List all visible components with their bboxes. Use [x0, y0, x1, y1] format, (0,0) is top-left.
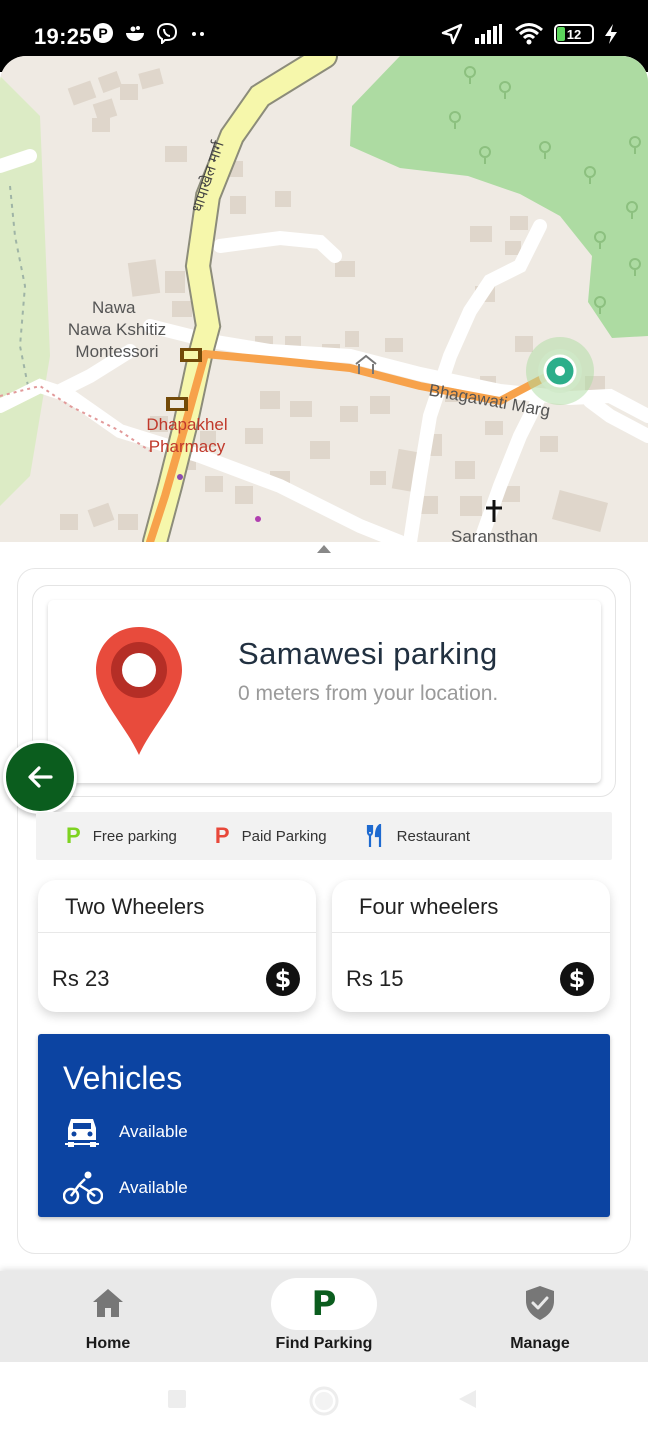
battery-icon: 12: [554, 24, 594, 44]
dollar-icon: $: [266, 962, 300, 996]
svg-text:P: P: [98, 25, 107, 41]
two-wheelers-price: Rs 23: [52, 966, 110, 991]
map-label-pharmacy: Dhapakhel Pharmacy: [146, 415, 228, 456]
location-pin-icon: [96, 627, 182, 755]
status-system-icons: 12: [440, 22, 618, 46]
amenities-legend: P Free parking P Paid Parking Restaurant: [36, 812, 612, 860]
svg-text:$: $: [275, 965, 292, 993]
legend-restaurant: Restaurant: [365, 824, 470, 848]
four-wheelers-price-card: Four wheelers Rs 15 $: [332, 880, 610, 1012]
map-view[interactable]: Nawa Nawa Kshitiz Montessori Dhapakhel P…: [0, 56, 648, 542]
two-wheelers-title: Two Wheelers: [65, 894, 205, 919]
shop-icon-2: [166, 397, 188, 411]
dollar-icon: $: [560, 962, 594, 996]
parking-distance: 0 meters from your location.: [238, 682, 499, 705]
map-poi-dot-1: [177, 474, 183, 480]
nav-manage[interactable]: Manage: [432, 1271, 648, 1362]
paid-parking-icon: P: [214, 823, 230, 848]
wifi-icon: [515, 23, 543, 45]
parking-name: Samawesi parking: [238, 636, 498, 671]
status-notification-icons: P: [92, 22, 210, 44]
back-button[interactable]: [3, 740, 77, 814]
recents-square-icon[interactable]: [166, 1388, 188, 1410]
nav-find-parking[interactable]: P Find Parking: [216, 1271, 432, 1362]
legend-free-parking: P Free parking: [66, 823, 177, 849]
nav-find-parking-label: Find Parking: [275, 1335, 373, 1352]
car-availability-status: Available: [119, 1122, 188, 1141]
vehicles-availability-panel: Vehicles Available Available: [38, 1034, 610, 1217]
map-label-school: Nawa Kshitiz Montessori: [68, 319, 167, 363]
bicycle-icon: [63, 1171, 103, 1205]
map-label-church: Saransthan: [451, 527, 538, 542]
system-navigation-bar: [0, 1362, 648, 1440]
map-label-school-text: Nawa Kshitiz Montessori: [67, 320, 167, 361]
shield-check-icon: [524, 1285, 556, 1321]
car-icon: [65, 1119, 99, 1147]
restaurant-icon: [366, 824, 381, 847]
find-parking-icon-wrapper: P: [271, 1278, 377, 1330]
back-triangle-icon[interactable]: [456, 1388, 478, 1410]
arrow-left-icon: [28, 766, 53, 788]
vehicles-title: Vehicles: [63, 1060, 183, 1096]
sheet-handle-arrow[interactable]: [317, 545, 331, 553]
legend-free-parking-label: Free parking: [92, 827, 177, 845]
signal-icon: [475, 24, 502, 44]
viber-icon: [156, 22, 178, 44]
home-circle-icon[interactable]: [309, 1386, 339, 1416]
bowl-icon: [126, 26, 144, 41]
nav-active-pill: P: [271, 1278, 377, 1330]
parking-p-icon: P: [311, 1284, 337, 1324]
card-divider: [332, 932, 610, 933]
home-icon: [91, 1287, 125, 1319]
charging-icon: [605, 24, 617, 44]
legend-paid-parking: P Paid Parking: [215, 823, 327, 849]
bike-availability-row: Available: [63, 1170, 188, 1206]
location-arrow-icon: [441, 23, 463, 45]
more-dots-icon: [192, 32, 204, 36]
card-divider: [38, 932, 316, 933]
nav-home[interactable]: Home: [0, 1271, 216, 1362]
two-wheelers-price-card: Two Wheelers Rs 23 $: [38, 880, 316, 1012]
car-availability-row: Available: [63, 1116, 188, 1148]
four-wheelers-title: Four wheelers: [359, 894, 499, 919]
bike-availability-status: Available: [119, 1178, 188, 1197]
map-label-school-1: Nawa: [92, 298, 136, 317]
bottom-navigation: Home P Find Parking Manage: [0, 1271, 648, 1362]
battery-level: 12: [566, 26, 582, 42]
shop-icon-1: [180, 348, 202, 362]
p-badge-icon: P: [93, 23, 113, 43]
legend-paid-parking-label: Paid Parking: [241, 827, 327, 845]
map-poi-dot-2: [255, 516, 261, 522]
status-time: 19:25: [34, 24, 92, 49]
svg-text:$: $: [569, 965, 586, 993]
free-parking-icon: P: [66, 823, 81, 848]
nav-manage-label: Manage: [510, 1335, 570, 1352]
nav-home-label: Home: [85, 1335, 131, 1352]
legend-restaurant-label: Restaurant: [396, 827, 471, 845]
four-wheelers-price: Rs 15: [346, 966, 404, 991]
